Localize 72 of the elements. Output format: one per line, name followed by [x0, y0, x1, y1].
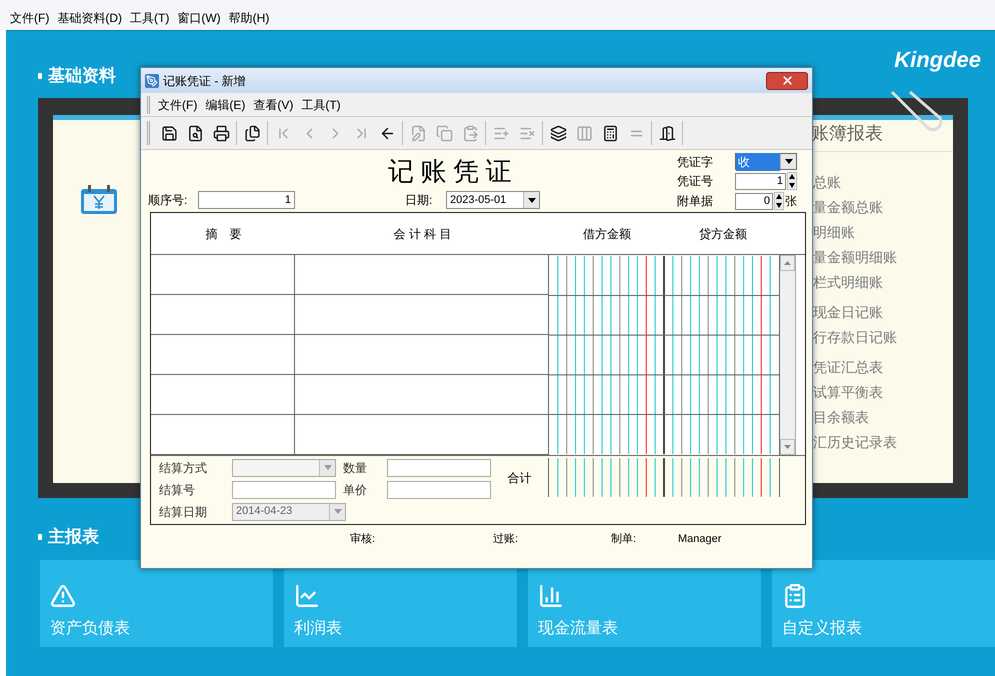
caret-icon[interactable] [780, 154, 796, 169]
sequence-field[interactable]: 1 [198, 191, 295, 209]
report-tile[interactable]: 资产负债表 [40, 560, 273, 647]
report-link[interactable]: 现金日记账 [811, 302, 953, 327]
field-label: 结算号 [159, 482, 196, 498]
unit-label: 张 [785, 193, 797, 210]
field-label: 顺序号: [148, 192, 188, 209]
report-link[interactable]: 栏式明细账 [811, 272, 953, 297]
field-label: 结算方式 [159, 460, 208, 476]
attachments-field[interactable]: 0 [735, 192, 773, 210]
settlement-number-field[interactable] [232, 480, 336, 498]
close-button[interactable] [766, 72, 808, 90]
menu-item[interactable]: 文件(F) [154, 96, 202, 114]
voucher-type-select[interactable]: 收 [735, 153, 797, 170]
bar-chart-icon [538, 583, 564, 609]
menu-item[interactable]: 文件(F) [6, 9, 54, 27]
voucher-number-field[interactable]: 1 [735, 172, 786, 190]
menu-item[interactable]: 工具(T) [126, 9, 174, 27]
column-header: 会 计 科 目 [392, 226, 452, 242]
report-link[interactable]: 明细账 [811, 222, 953, 247]
section-title: 基础资料 [48, 65, 116, 87]
column-header: 借方金额 [582, 226, 632, 242]
date-select[interactable]: 2023-05-01 [446, 191, 540, 209]
line-chart-icon [294, 583, 320, 609]
clipboard-icon [782, 583, 808, 609]
menu-item[interactable]: 窗口(W) [173, 9, 225, 27]
report-tile[interactable]: 自定义报表 [772, 560, 995, 647]
report-link[interactable]: 总账 [811, 172, 953, 197]
total-label: 合计 [508, 470, 532, 487]
field-label: 结算日期 [159, 504, 208, 520]
report-link[interactable]: 行存款日记账 [811, 327, 953, 352]
bullet-icon [38, 72, 42, 79]
bullet-icon [38, 534, 42, 540]
menu-item[interactable]: 帮助(H) [224, 9, 274, 27]
maker-value: Manager [678, 532, 722, 547]
column-header: 贷方金额 [698, 226, 748, 242]
logo: Kingdee [894, 46, 981, 74]
spin-buttons-icon[interactable] [774, 192, 784, 210]
voucher-title: 记 账 凭 证 [388, 156, 512, 188]
field-label: 单价 [343, 482, 368, 498]
review-label: 审核: [350, 532, 376, 547]
report-link[interactable]: 凭证汇总表 [811, 357, 953, 382]
scroll-down-icon[interactable] [780, 439, 795, 455]
calendar-icon [80, 185, 118, 215]
menu-item[interactable]: 工具(T) [297, 96, 345, 114]
column-header: 摘 要 [204, 226, 242, 242]
scroll-up-icon[interactable] [780, 255, 795, 271]
caret-icon[interactable] [523, 192, 539, 208]
menu-item[interactable]: 查看(V) [249, 96, 298, 114]
field-label: 日期: [404, 192, 434, 209]
maker-label: 制单: [611, 532, 638, 547]
report-link[interactable]: 试算平衡表 [811, 382, 953, 407]
report-link[interactable]: 量金额总账 [811, 197, 953, 222]
section-title: 主报表 [48, 526, 99, 548]
spin-buttons-icon[interactable] [787, 172, 797, 190]
unit-price-field[interactable] [387, 480, 491, 498]
report-link[interactable]: 汇历史记录表 [811, 432, 953, 457]
post-label: 过账: [493, 532, 520, 547]
field-label: 数量 [343, 460, 368, 476]
warning-icon [50, 583, 76, 609]
report-link[interactable]: 量金额明细账 [811, 247, 953, 272]
field-label: 凭证号 [677, 173, 714, 190]
report-link[interactable]: 目余额表 [811, 407, 953, 432]
menu-item[interactable]: 编辑(E) [201, 96, 250, 114]
scrollbar[interactable] [780, 255, 796, 455]
field-label: 凭证字 [677, 154, 714, 170]
app-icon [145, 74, 159, 88]
menu-item[interactable]: 基础资料(D) [53, 9, 126, 27]
field-label: 附单据 [677, 193, 714, 210]
close-icon [780, 74, 794, 87]
window-title: 记账凭证 - 新增 [163, 72, 246, 90]
quantity-field[interactable] [387, 458, 491, 476]
